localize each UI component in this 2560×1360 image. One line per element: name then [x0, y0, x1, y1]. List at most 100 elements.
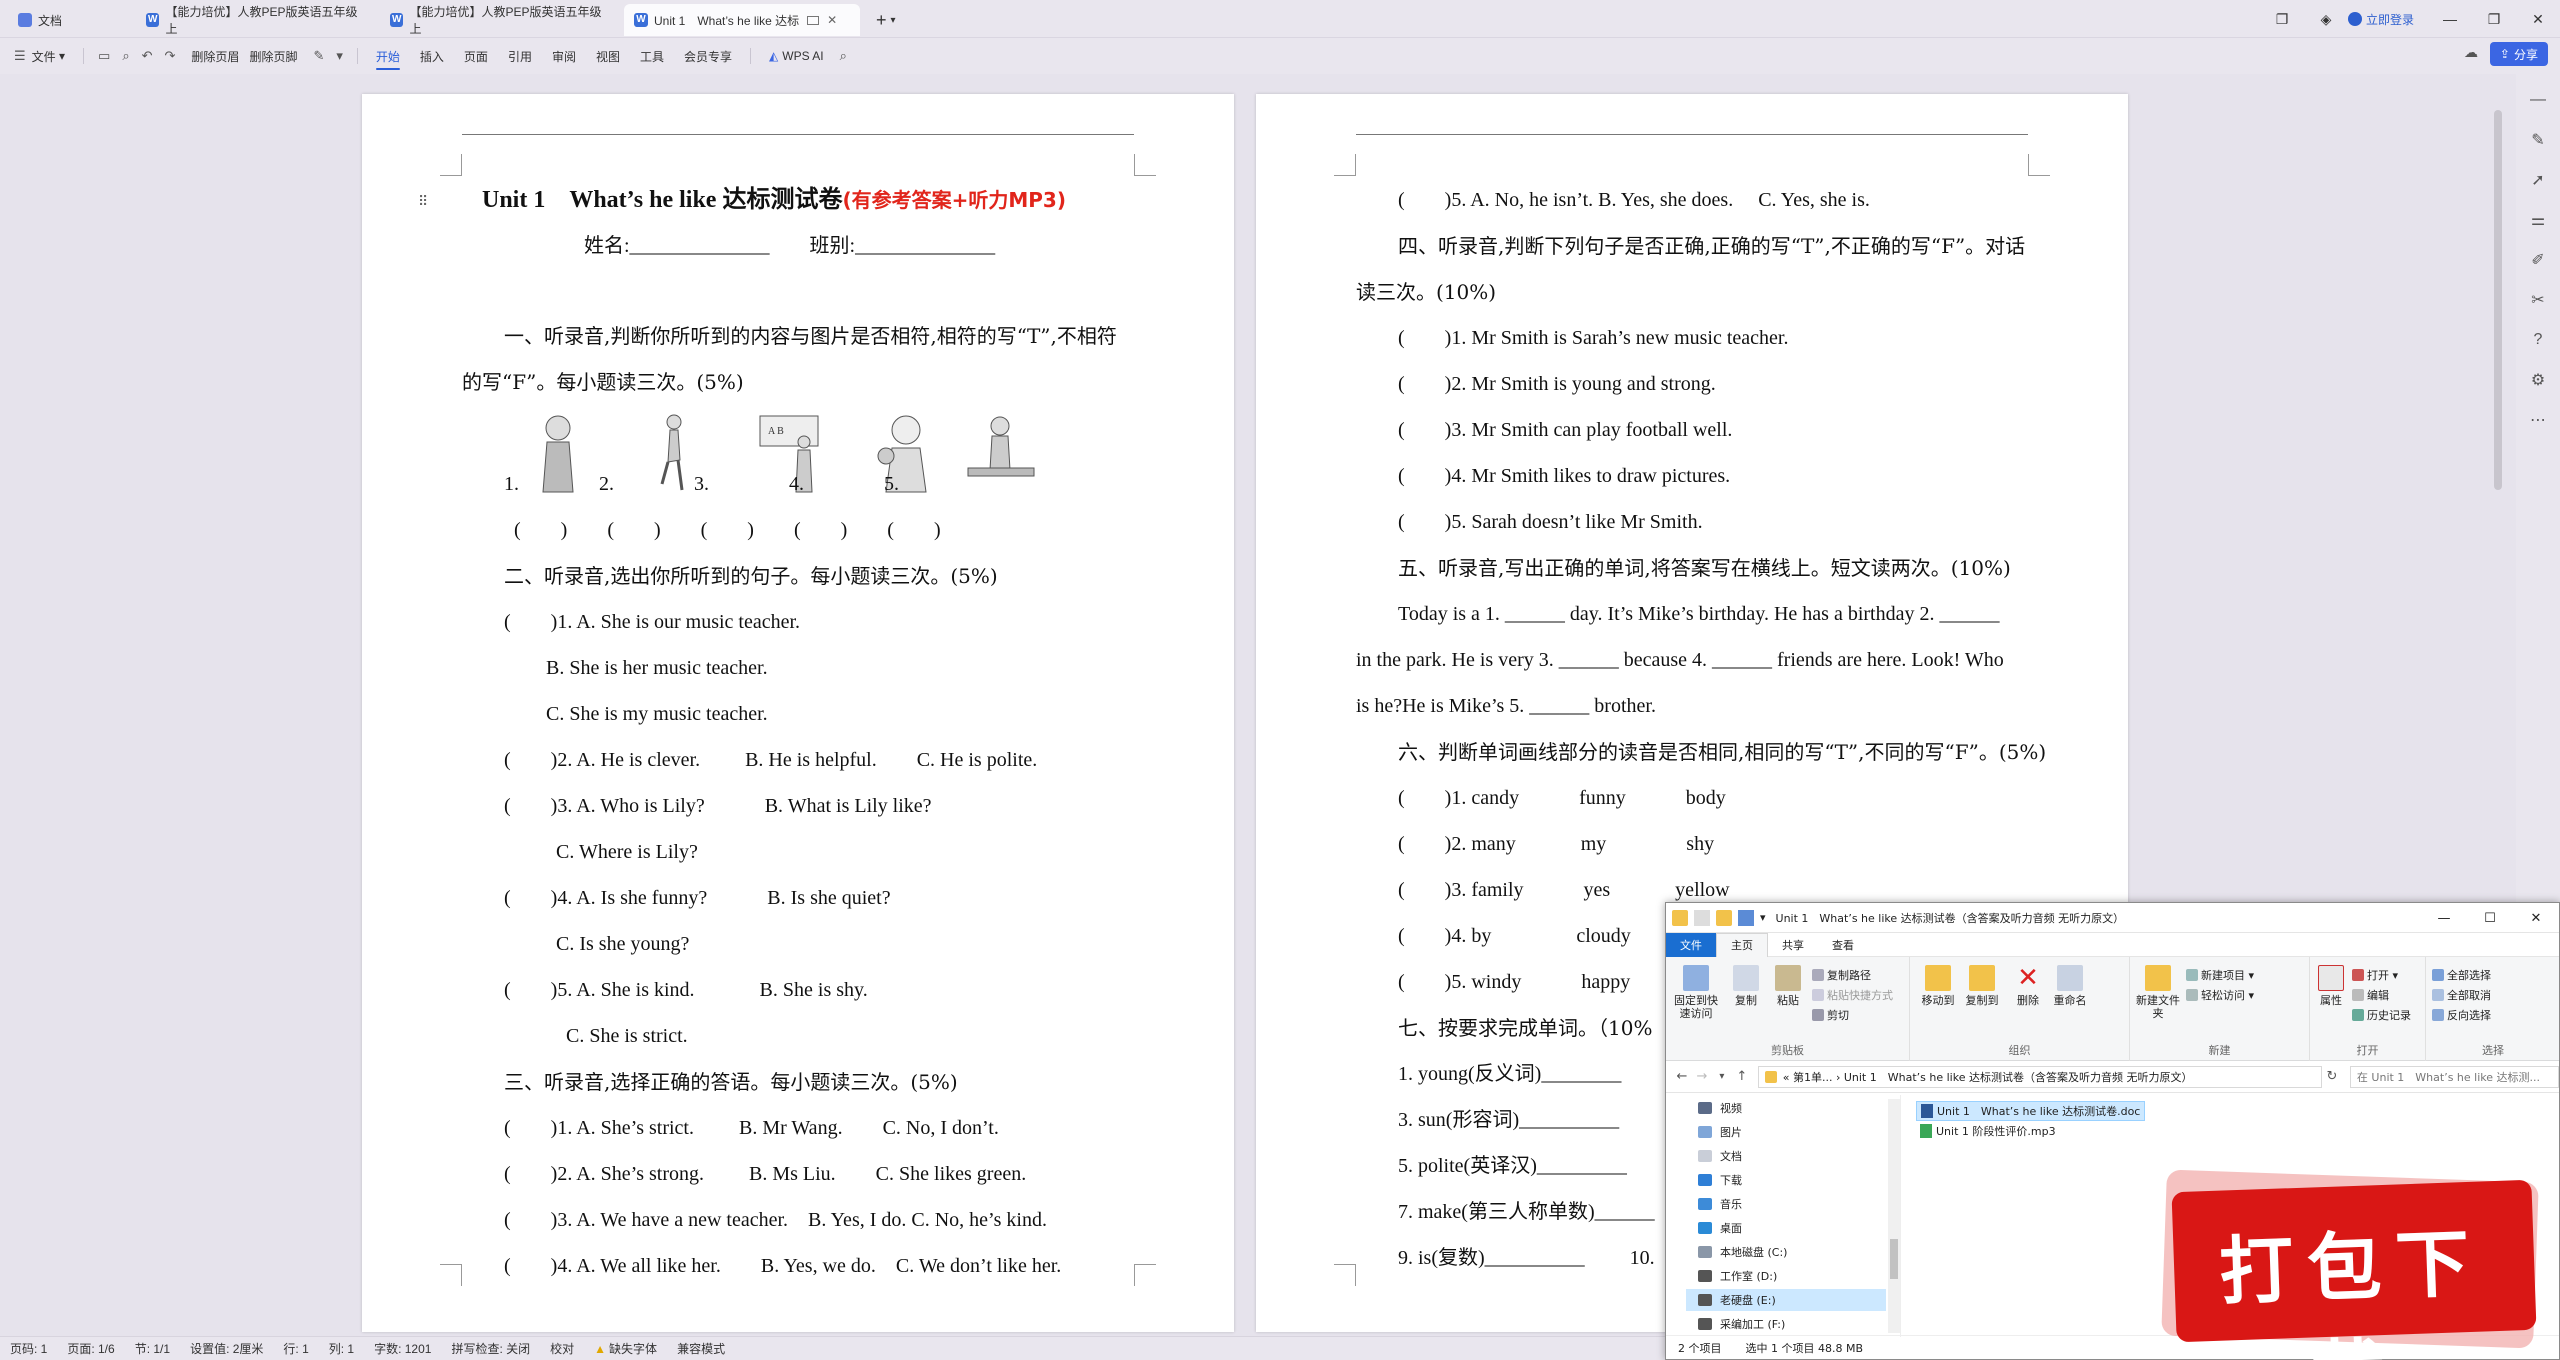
tree-item-drive-d[interactable]: 工作室 (D:)	[1698, 1265, 1777, 1287]
menu-tools[interactable]: 工具	[630, 38, 674, 74]
vertical-scrollbar[interactable]	[2494, 110, 2502, 490]
menu-insert[interactable]: 插入	[410, 38, 454, 74]
tab-file[interactable]: 文件	[1666, 932, 1716, 957]
cube-icon[interactable]: ◈	[2304, 0, 2348, 38]
undo-icon[interactable]	[1738, 909, 1754, 926]
tree-item-documents[interactable]: 文档	[1698, 1145, 1742, 1167]
delete-header-button[interactable]: 删除页眉	[181, 38, 249, 74]
move-to-button[interactable]: 移动到	[1918, 965, 1958, 1007]
redo-icon[interactable]: ↷	[159, 48, 182, 64]
tab-docs[interactable]: 文档	[8, 4, 128, 36]
menu-view[interactable]: 视图	[586, 38, 630, 74]
rename-button[interactable]: 重命名	[2050, 965, 2090, 1007]
select-all-button[interactable]: 全部选择	[2432, 967, 2491, 983]
hamburger-icon[interactable]: ☰	[0, 48, 32, 64]
tree-scrollbar[interactable]	[1888, 1099, 1900, 1333]
scroll-thumb[interactable]	[1890, 1239, 1898, 1279]
undo-icon[interactable]: ↶	[136, 48, 159, 64]
screenshot-icon[interactable]	[807, 15, 820, 25]
close-tab-icon[interactable]: ✕	[827, 13, 837, 27]
tree-item-music[interactable]: 音乐	[1698, 1193, 1742, 1215]
menu-member[interactable]: 会员专享	[674, 38, 742, 74]
new-tab-button[interactable]: + ▾	[866, 4, 906, 36]
address-path[interactable]: « 第1单... › Unit 1 What’s he like 达标测试卷（含…	[1757, 1065, 2322, 1088]
status-word-count[interactable]: 字数: 1201	[364, 1340, 441, 1357]
refresh-icon[interactable]: ↻	[2322, 1069, 2342, 1084]
status-proofread[interactable]: 校对	[540, 1340, 584, 1357]
file-item-mp3[interactable]: Unit 1 阶段性评价.mp3	[1916, 1121, 2145, 1141]
edit-icon[interactable]: ✎	[307, 48, 330, 64]
forward-arrow-icon[interactable]: →	[1692, 1069, 1712, 1084]
menu-references[interactable]: 引用	[498, 38, 542, 74]
window-layout-icon[interactable]: ❐	[2260, 0, 2304, 38]
delete-footer-button[interactable]: 删除页脚	[249, 38, 307, 74]
format-painter-icon[interactable]: ⌕	[116, 48, 135, 64]
paste-button[interactable]: 粘贴	[1770, 965, 1806, 1007]
chevron-down-icon[interactable]: ▾	[330, 48, 349, 64]
settings-sliders-icon[interactable]: ⚌	[2516, 200, 2560, 240]
close-button[interactable]: ✕	[2513, 903, 2559, 933]
paste-shortcut-button[interactable]: 粘贴快捷方式	[1812, 987, 1893, 1003]
file-item-doc[interactable]: Unit 1 What’s he like 达标测试卷.doc	[1916, 1101, 2146, 1121]
tab-document-1[interactable]: W 【能力培优】人教PEP版英语五年级上	[136, 4, 372, 36]
invert-selection-button[interactable]: 反向选择	[2432, 1007, 2491, 1023]
edit-button[interactable]: 编辑	[2352, 987, 2389, 1003]
more-icon[interactable]: ⋯	[2516, 400, 2560, 440]
edit-box-icon[interactable]: ✐	[2516, 240, 2560, 280]
copy-to-button[interactable]: 复制到	[1962, 965, 2002, 1007]
status-page-number[interactable]: 页码: 1	[0, 1340, 57, 1357]
tab-document-2[interactable]: W 【能力培优】人教PEP版英语五年级上	[380, 4, 616, 36]
tab-home[interactable]: 主页	[1716, 932, 1768, 957]
back-arrow-icon[interactable]: ←	[1672, 1069, 1692, 1084]
tree-item-downloads[interactable]: 下载	[1698, 1169, 1742, 1191]
cut-button[interactable]: 剪切	[1812, 1007, 1849, 1023]
recent-dropdown-icon[interactable]: ▾	[1712, 1071, 1732, 1082]
copy-button[interactable]: 复制	[1728, 965, 1764, 1007]
tab-view[interactable]: 查看	[1818, 933, 1868, 957]
up-arrow-icon[interactable]: ↑	[1732, 1069, 1752, 1084]
delete-button[interactable]: ✕ 删除	[2010, 965, 2046, 1007]
status-spell-check[interactable]: 拼写检查: 关闭	[441, 1340, 540, 1357]
new-folder-icon[interactable]	[1716, 909, 1732, 926]
gear-icon[interactable]: ⚙	[2516, 360, 2560, 400]
status-setting[interactable]: 设置值: 2厘米	[180, 1340, 273, 1357]
new-item-button[interactable]: 新建项目 ▾	[2186, 967, 2254, 983]
save-icon[interactable]: ▭	[92, 48, 116, 64]
tab-share[interactable]: 共享	[1768, 933, 1818, 957]
tree-item-drive-c[interactable]: 本地磁盘 (C:)	[1698, 1241, 1787, 1263]
tree-item-desktop[interactable]: 桌面	[1698, 1217, 1742, 1239]
properties-button[interactable]: 属性	[2314, 965, 2348, 1007]
new-folder-button[interactable]: 新建文件夹	[2136, 965, 2180, 1020]
tab-document-active[interactable]: W Unit 1 What’s he like 达标 ✕	[624, 4, 860, 36]
open-button[interactable]: 打开 ▾	[2352, 967, 2398, 983]
minus-icon[interactable]: —	[2516, 80, 2560, 120]
minimize-button[interactable]: —	[2428, 0, 2472, 38]
status-section[interactable]: 节: 1/1	[125, 1340, 180, 1357]
tools-icon[interactable]: ✂	[2516, 280, 2560, 320]
cloud-sync-icon[interactable]: ☁	[2464, 44, 2478, 61]
login-link[interactable]: 立即登录	[2347, 11, 2414, 28]
wps-ai-button[interactable]: ◭ WPS AI	[759, 38, 834, 74]
cursor-icon[interactable]: ➚	[2516, 160, 2560, 200]
menu-review[interactable]: 审阅	[542, 38, 586, 74]
select-none-button[interactable]: 全部取消	[2432, 987, 2491, 1003]
restore-button[interactable]: ❐	[2472, 0, 2516, 38]
chevron-down-icon[interactable]: ▾	[1760, 911, 1766, 924]
tree-item-pictures[interactable]: 图片	[1698, 1121, 1742, 1143]
tree-item-drive-e[interactable]: 老硬盘 (E:)	[1686, 1289, 1886, 1311]
minimize-button[interactable]: —	[2421, 903, 2467, 933]
history-button[interactable]: 历史记录	[2352, 1007, 2411, 1023]
drag-handle-icon[interactable]: ⠿	[418, 194, 428, 210]
share-button[interactable]: ⇪ 分享	[2489, 42, 2548, 66]
menu-home[interactable]: 开始	[366, 38, 410, 74]
pen-icon[interactable]: ✎	[2516, 120, 2560, 160]
status-missing-font[interactable]: ▲ 缺失字体	[584, 1340, 667, 1357]
close-button[interactable]: ✕	[2516, 0, 2560, 38]
search-icon[interactable]: ⌕	[834, 48, 853, 64]
maximize-button[interactable]: ☐	[2467, 903, 2513, 933]
properties-icon[interactable]	[1694, 909, 1710, 926]
document-page-1[interactable]: ⠿ Unit 1 What’s he like 达标测试卷(有参考答案+听力MP…	[362, 94, 1234, 1332]
menu-page[interactable]: 页面	[454, 38, 498, 74]
status-page-count[interactable]: 页面: 1/6	[57, 1340, 124, 1357]
pin-quick-access-button[interactable]: 固定到快速访问	[1672, 965, 1720, 1020]
